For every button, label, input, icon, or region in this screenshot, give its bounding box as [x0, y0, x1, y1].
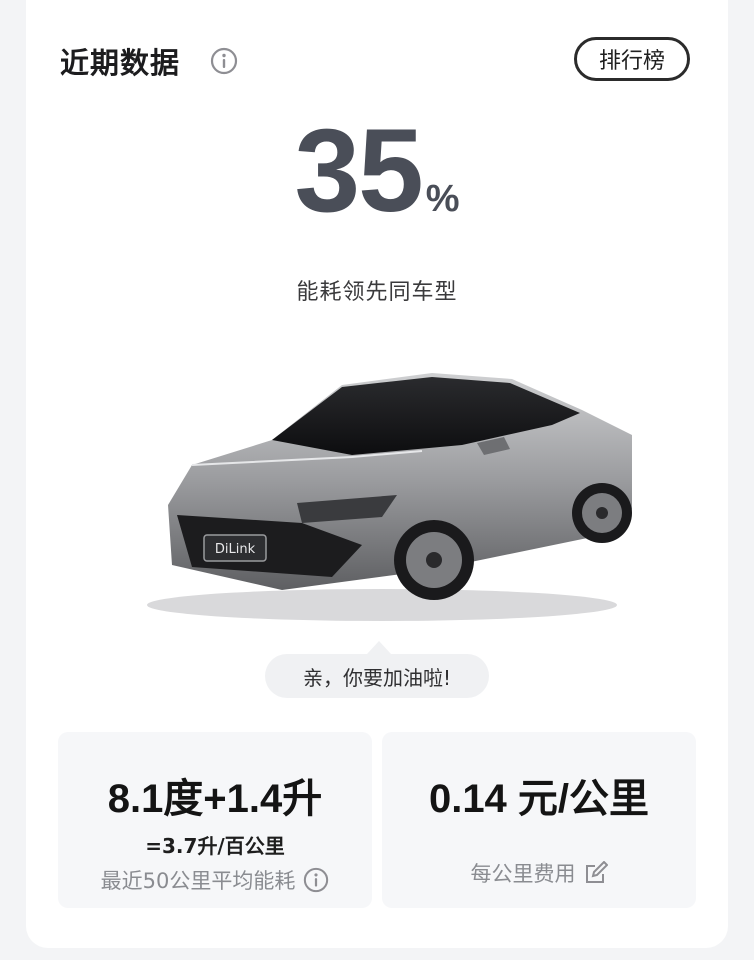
section-title: 近期数据: [60, 46, 181, 80]
edit-icon[interactable]: [584, 861, 608, 885]
efficiency-percent: 35%: [26, 112, 728, 230]
efficiency-subtitle: 能耗领先同车型: [296, 280, 458, 305]
refuel-reminder-bubble: 亲，你要加油啦!: [265, 654, 489, 698]
cost-per-km-caption: 每公里费用: [470, 862, 576, 886]
avg-consumption-panel: 8.1度+1.4升 =3.7升/百公里 最近50公里平均能耗: [58, 732, 372, 908]
cost-per-km-panel: 0.14 元/公里 每公里费用: [382, 732, 696, 908]
cost-per-km-value: 0.14 元/公里: [428, 777, 650, 821]
car-badge: DiLink: [215, 542, 256, 557]
avg-consumption-value: 8.1度+1.4升: [107, 777, 323, 821]
recent-data-card: 近期数据 排行榜 35% 能耗领先同车型 DiLink 亲，你要加油啦! 8.1…: [26, 0, 728, 948]
avg-consumption-caption-row: 最近50公里平均能耗: [58, 865, 372, 895]
info-icon[interactable]: [210, 47, 238, 75]
bubble-pointer: [367, 641, 391, 654]
percent-value: 35: [294, 105, 423, 237]
ranking-button[interactable]: 排行榜: [574, 37, 690, 81]
avg-consumption-equivalent: =3.7升/百公里: [145, 834, 285, 858]
avg-consumption-caption: 最近50公里平均能耗: [100, 869, 296, 893]
cost-per-km-caption-row[interactable]: 每公里费用: [382, 858, 696, 888]
percent-unit: %: [425, 178, 460, 220]
info-icon[interactable]: [303, 867, 329, 893]
car-image: DiLink: [147, 373, 632, 621]
